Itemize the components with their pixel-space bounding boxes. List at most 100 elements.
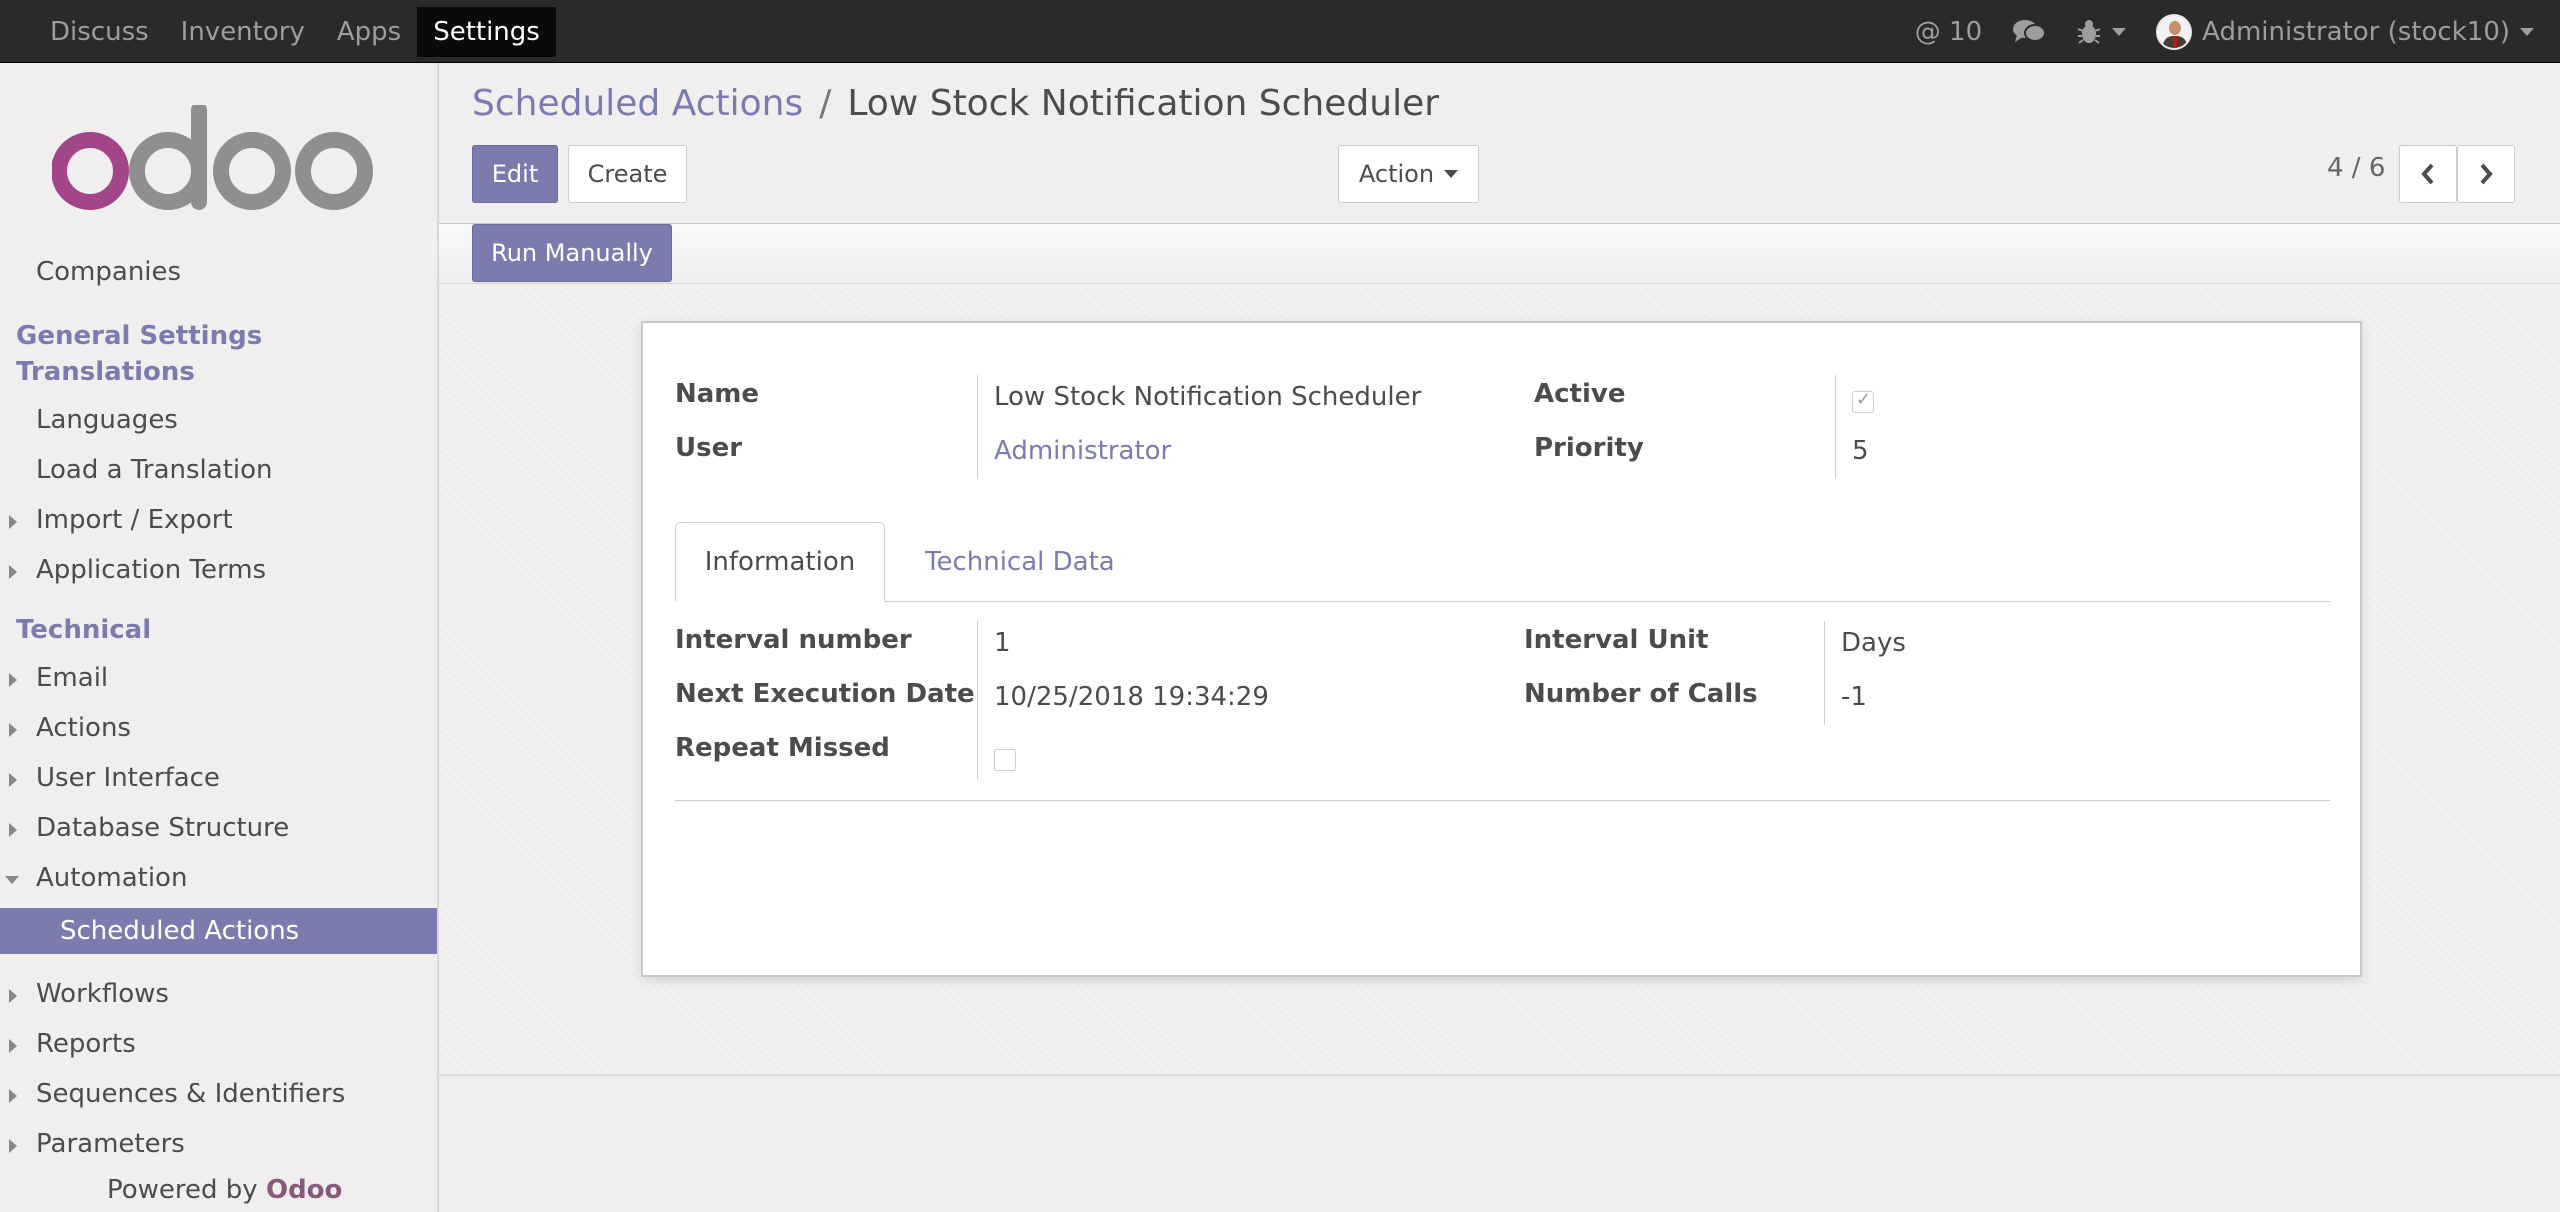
menu-discuss[interactable]: Discuss [34, 7, 165, 57]
sidebar-item-load-translation[interactable]: Load a Translation [36, 455, 273, 485]
chevron-down-icon [1444, 170, 1459, 178]
number-of-calls-field[interactable]: -1 [1841, 682, 1867, 712]
menu-inventory[interactable]: Inventory [165, 7, 321, 57]
user-label: User [675, 433, 743, 463]
caret-right-icon [9, 823, 17, 837]
sidebar-item-label: Reports [36, 1029, 136, 1059]
sidebar-item-actions[interactable]: Actions [9, 713, 131, 743]
mentions-counter[interactable]: @ 10 [1915, 17, 1982, 47]
sidebar-heading-technical[interactable]: Technical [16, 615, 151, 645]
sidebar-item-label: Application Terms [36, 555, 267, 585]
pager-next-button[interactable] [2457, 145, 2515, 203]
active-checkbox[interactable] [1852, 389, 1874, 413]
name-label: Name [675, 379, 760, 409]
avatar [2156, 13, 2193, 50]
caret-right-icon [9, 1039, 17, 1053]
breadcrumb-parent[interactable]: Scheduled Actions [472, 83, 803, 124]
sidebar-item-label: Import / Export [36, 505, 233, 535]
sidebar-item-application-terms[interactable]: Application Terms [9, 555, 267, 585]
caret-right-icon [9, 673, 17, 687]
form-sheet: Name Low Stock Notification Scheduler Us… [641, 321, 2362, 977]
user-field-link[interactable]: Administrator [994, 436, 1171, 466]
powered-by[interactable]: Powered by Odoo [107, 1175, 342, 1205]
interval-number-field[interactable]: 1 [994, 628, 1011, 658]
chevron-down-icon [2520, 27, 2534, 36]
debug-menu[interactable] [2076, 19, 2127, 45]
sidebar-item-scheduled-actions[interactable]: Scheduled Actions [0, 908, 437, 954]
user-menu[interactable]: Administrator (stock10) [2156, 13, 2534, 50]
tab-information[interactable]: Information [675, 522, 885, 602]
odoo-logo [52, 105, 373, 210]
sidebar-heading-general-settings[interactable]: General Settings [16, 321, 262, 351]
pager-value[interactable]: 4 / 6 [2327, 153, 2385, 183]
statusbar: Run Manually [439, 224, 2560, 284]
caret-right-icon [9, 773, 17, 787]
tab-technical-data[interactable]: Technical Data [925, 522, 1115, 602]
pager-previous-button[interactable] [2399, 145, 2457, 203]
caret-right-icon [9, 1089, 17, 1103]
repeat-missed-label: Repeat Missed [675, 733, 890, 763]
divider [977, 621, 978, 779]
sidebar-item-label: Parameters [36, 1129, 185, 1159]
sidebar-heading-translations[interactable]: Translations [16, 357, 195, 387]
breadcrumb-current: Low Stock Notification Scheduler [847, 83, 1440, 124]
sidebar-item-import-export[interactable]: Import / Export [9, 505, 233, 535]
repeat-missed-checkbox[interactable] [994, 749, 1016, 771]
caret-right-icon [9, 723, 17, 737]
sidebar-item-user-interface[interactable]: User Interface [9, 763, 220, 793]
interval-unit-select[interactable]: Days [1841, 628, 1906, 658]
menu-settings[interactable]: Settings [417, 6, 556, 57]
sidebar-item-database-structure[interactable]: Database Structure [9, 813, 290, 843]
run-manually-button[interactable]: Run Manually [472, 224, 672, 282]
user-name: Administrator (stock10) [2202, 16, 2510, 47]
sidebar-item-automation[interactable]: Automation [5, 863, 188, 893]
caret-down-icon [5, 876, 19, 884]
main-content: Scheduled Actions / Low Stock Notification… [439, 63, 2560, 1212]
create-button[interactable]: Create [568, 145, 687, 203]
name-field[interactable]: Low Stock Notification Scheduler [994, 382, 1421, 412]
interval-unit-label: Interval Unit [1524, 625, 1709, 655]
next-execution-field[interactable]: 10/25/2018 19:34:29 [994, 682, 1269, 712]
divider [977, 375, 978, 479]
sidebar-item-companies[interactable]: Companies [36, 257, 181, 287]
powered-by-text: Powered by [107, 1175, 258, 1205]
sidebar-item-reports[interactable]: Reports [9, 1029, 136, 1059]
chat-icon[interactable] [2012, 18, 2047, 46]
action-dropdown[interactable]: Action [1338, 145, 1479, 203]
top-navbar: Discuss Inventory Apps Settings @ 10 Adm… [0, 0, 2560, 63]
breadcrumb: Scheduled Actions / Low Stock Notification… [472, 83, 1439, 124]
caret-right-icon [9, 515, 17, 529]
sidebar-item-label: Workflows [36, 979, 169, 1009]
chat-bubbles-icon [2013, 19, 2047, 42]
section-divider [675, 800, 2330, 801]
menu-apps[interactable]: Apps [321, 7, 417, 57]
powered-by-brand: Odoo [265, 1175, 343, 1205]
sidebar-item-sequences[interactable]: Sequences & Identifiers [9, 1079, 346, 1109]
sidebar-item-label: Sequences & Identifiers [36, 1079, 346, 1109]
caret-right-icon [9, 565, 17, 579]
number-of-calls-label: Number of Calls [1524, 679, 1758, 709]
edit-button[interactable]: Edit [472, 145, 558, 203]
caret-right-icon [9, 989, 17, 1003]
sidebar-item-label: Automation [36, 863, 188, 893]
priority-field[interactable]: 5 [1852, 436, 1869, 466]
mentions-count: @ 10 [1914, 16, 1983, 47]
action-label: Action [1358, 160, 1435, 188]
sidebar-item-email[interactable]: Email [9, 663, 108, 693]
sidebar: Companies General Settings Translations … [0, 63, 439, 1212]
chevron-left-icon [2421, 163, 2434, 185]
interval-number-label: Interval number [675, 625, 912, 655]
active-label: Active [1534, 379, 1626, 409]
form-view: Name Low Stock Notification Scheduler Us… [439, 284, 2560, 1076]
sidebar-item-parameters[interactable]: Parameters [9, 1129, 185, 1159]
sidebar-item-languages[interactable]: Languages [36, 405, 178, 435]
divider [1824, 621, 1825, 725]
sidebar-item-label: Database Structure [36, 813, 290, 843]
chevron-down-icon [2112, 27, 2127, 36]
chevron-right-icon [2480, 163, 2493, 185]
divider [1835, 375, 1836, 479]
caret-right-icon [9, 1139, 17, 1153]
bug-icon [2077, 19, 2101, 44]
sidebar-item-workflows[interactable]: Workflows [9, 979, 169, 1009]
sidebar-item-label: Actions [36, 713, 131, 743]
